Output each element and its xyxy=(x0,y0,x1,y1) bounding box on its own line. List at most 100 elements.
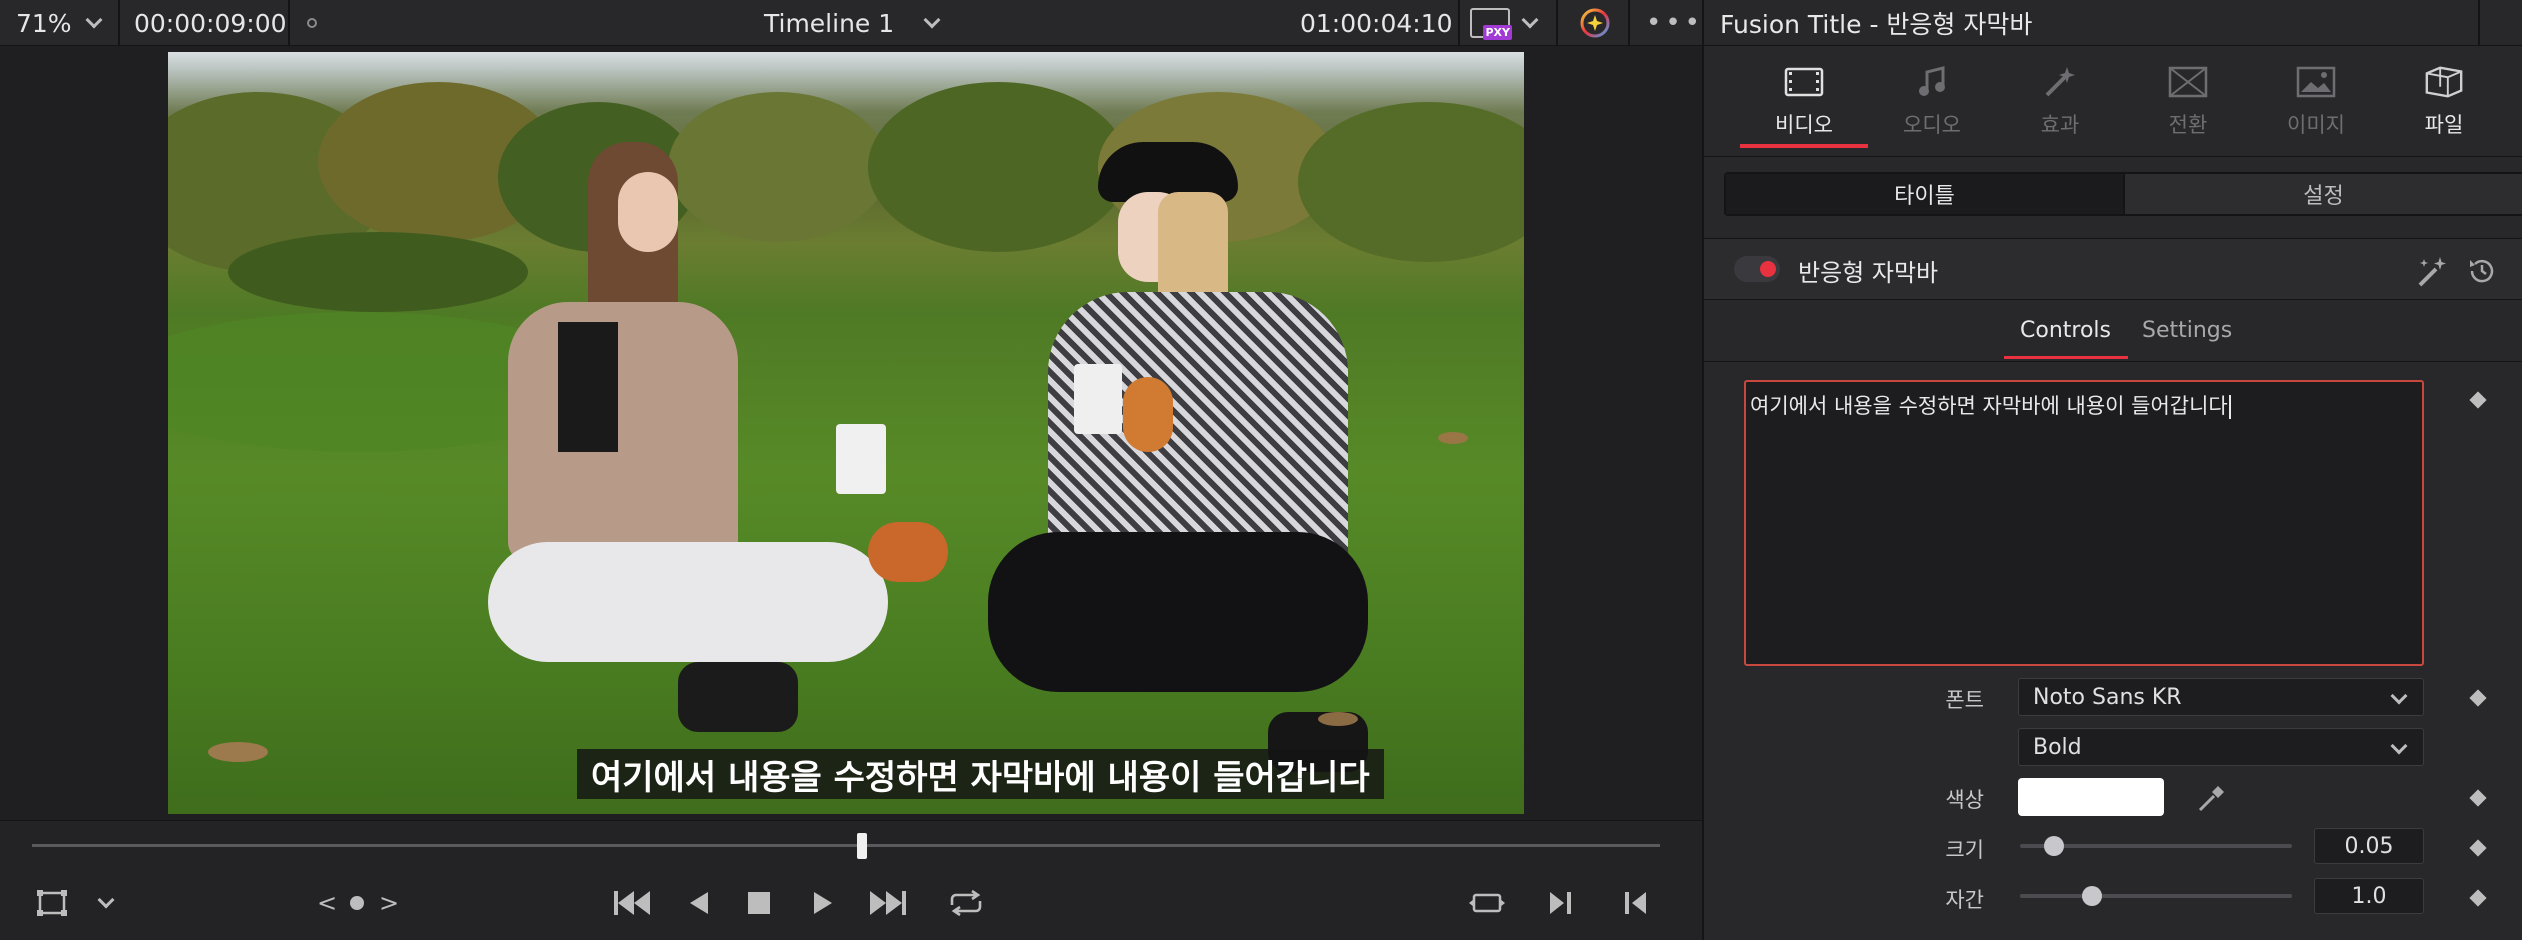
overlay-dropdown[interactable] xyxy=(94,883,118,923)
tab-transition[interactable]: 전환 xyxy=(2124,65,2252,145)
title-text-input[interactable]: 여기에서 내용을 수정하면 자막바에 내용이 들어갑니다 xyxy=(1744,380,2424,666)
video-frame[interactable]: 여기에서 내용을 수정하면 자막바에 내용이 들어갑니다 xyxy=(168,52,1524,814)
play-icon xyxy=(814,892,832,914)
film-icon xyxy=(1784,67,1824,97)
color-label: 색상 xyxy=(1945,788,1984,812)
center-dot-button[interactable] xyxy=(347,883,367,923)
tab-audio[interactable]: 오디오 xyxy=(1868,65,1996,145)
clip-options-dot[interactable] xyxy=(307,0,317,46)
active-subtab-indicator xyxy=(2004,356,2128,359)
next-edit-icon xyxy=(1550,892,1571,914)
source-timecode[interactable]: 00:00:09:00 xyxy=(134,0,287,46)
timeline-name[interactable]: Timeline 1 xyxy=(764,0,894,46)
color-swatch[interactable] xyxy=(2018,778,2164,816)
timeline-dropdown[interactable] xyxy=(923,0,941,46)
text-caret xyxy=(2228,395,2231,419)
title-text-value: 여기에서 내용을 수정하면 자막바에 내용이 들어갑니다 xyxy=(1750,394,2228,418)
tab-controls[interactable]: Controls xyxy=(2020,318,2111,343)
font-family-value: Noto Sans KR xyxy=(2033,684,2182,710)
go-to-end-button[interactable] xyxy=(866,883,910,923)
keyframe-text-button[interactable] xyxy=(2469,391,2487,409)
play-button[interactable] xyxy=(808,883,838,923)
fusion-sub-tabs: Controls Settings xyxy=(1704,300,2522,362)
play-reverse-button[interactable] xyxy=(684,883,714,923)
match-frame-icon xyxy=(1469,893,1505,913)
skip-back-icon xyxy=(614,891,650,915)
keyframe-size-button[interactable] xyxy=(2469,839,2487,857)
reset-effect-button[interactable] xyxy=(2466,255,2498,291)
croissant-left xyxy=(868,522,948,582)
person-right xyxy=(988,92,1368,812)
inspector-header: Fusion Title - 반응형 자막바 xyxy=(1704,0,2522,46)
prev-clip-small-button[interactable]: < xyxy=(316,883,338,923)
inspector-tabs: 비디오 오디오 효과 전환 이미지 파일 xyxy=(1704,47,2522,157)
eyedropper-icon xyxy=(2198,786,2224,812)
music-note-icon xyxy=(1919,66,1945,96)
zoom-level: 71% xyxy=(16,8,72,38)
scrubber-track[interactable] xyxy=(32,844,1660,847)
prev-edit-button[interactable] xyxy=(1620,883,1650,923)
play-reverse-icon xyxy=(690,892,708,914)
tracking-label: 자간 xyxy=(1945,888,1984,912)
tracking-slider-knob[interactable] xyxy=(2082,886,2103,906)
font-style-select[interactable]: Bold xyxy=(2018,728,2424,766)
proxy-icon: PXY xyxy=(1470,8,1512,40)
eyedropper-button[interactable] xyxy=(2196,782,2228,818)
subtitle-bar[interactable]: 여기에서 내용을 수정하면 자막바에 내용이 들어갑니다 xyxy=(577,749,1384,799)
tab-file[interactable]: 파일 xyxy=(2380,65,2508,145)
title-settings-switch: 타이틀 설정 xyxy=(1724,172,2522,216)
proxy-button[interactable]: PXY xyxy=(1470,0,1512,46)
tab-video[interactable]: 비디오 xyxy=(1740,65,1868,145)
size-value-input[interactable]: 0.05 xyxy=(2314,828,2424,864)
match-frame-button[interactable] xyxy=(1466,883,1508,923)
chevron-down-icon xyxy=(1521,11,1539,29)
size-slider-knob[interactable] xyxy=(2043,836,2064,856)
chevron-right-icon: > xyxy=(378,889,400,917)
transport-bar: < > xyxy=(0,820,1702,940)
open-fusion-button[interactable] xyxy=(2414,253,2450,293)
playhead-handle[interactable] xyxy=(857,833,868,859)
stop-button[interactable] xyxy=(744,883,774,923)
loop-button[interactable] xyxy=(944,883,988,923)
tracking-value-input[interactable]: 1.0 xyxy=(2314,878,2424,914)
active-tab-indicator xyxy=(1740,144,1868,148)
coffee-cup-left xyxy=(836,424,886,494)
loop-icon xyxy=(950,889,982,917)
next-edit-button[interactable] xyxy=(1546,883,1576,923)
reset-icon xyxy=(2470,259,2494,283)
croissant-right xyxy=(1123,377,1173,452)
font-style-value: Bold xyxy=(2033,734,2082,760)
tracking-slider-track[interactable] xyxy=(2020,894,2292,898)
keyframe-tracking-button[interactable] xyxy=(2469,889,2487,907)
effect-header: 반응형 자막바 xyxy=(1704,238,2522,300)
transform-overlay-button[interactable] xyxy=(32,883,72,923)
inspector-panel: Fusion Title - 반응형 자막바 비디오 오디오 효과 전환 이미지… xyxy=(1702,0,2522,940)
next-clip-small-button[interactable]: > xyxy=(378,883,400,923)
chevron-left-icon: < xyxy=(316,889,338,917)
chevron-down-icon xyxy=(923,11,941,29)
tab-effects-label: 효과 xyxy=(2040,113,2080,137)
effect-enable-toggle[interactable] xyxy=(1734,256,1780,282)
record-timecode[interactable]: 01:00:04:10 xyxy=(1300,0,1453,46)
tab-settings[interactable]: Settings xyxy=(2142,318,2232,343)
chevron-down-icon xyxy=(2390,737,2408,755)
stop-icon xyxy=(748,892,770,914)
font-family-select[interactable]: Noto Sans KR xyxy=(2018,678,2424,716)
proxy-dropdown[interactable] xyxy=(1521,0,1539,46)
viewer-panel: 71% 00:00:09:00 Timeline 1 01:00:04:10 P… xyxy=(0,0,1702,940)
skip-forward-icon xyxy=(870,891,906,915)
tab-file-label: 파일 xyxy=(2424,113,2464,137)
segment-title[interactable]: 타이틀 xyxy=(1726,174,2125,214)
keyframe-color-button[interactable] xyxy=(2469,789,2487,807)
viewer-more-button[interactable]: ••• xyxy=(1646,0,1704,46)
zoom-dropdown[interactable] xyxy=(85,0,103,46)
effect-name: 반응형 자막바 xyxy=(1798,258,1939,287)
keyframe-font-button[interactable] xyxy=(2469,689,2487,707)
go-to-start-button[interactable] xyxy=(610,883,654,923)
magic-wand-icon xyxy=(2045,67,2075,97)
person-left xyxy=(468,142,888,762)
segment-settings[interactable]: 설정 xyxy=(2125,174,2522,214)
color-viewer-button[interactable] xyxy=(1578,0,1612,46)
tab-effects[interactable]: 효과 xyxy=(1996,65,2124,145)
tab-image[interactable]: 이미지 xyxy=(2252,65,2380,145)
